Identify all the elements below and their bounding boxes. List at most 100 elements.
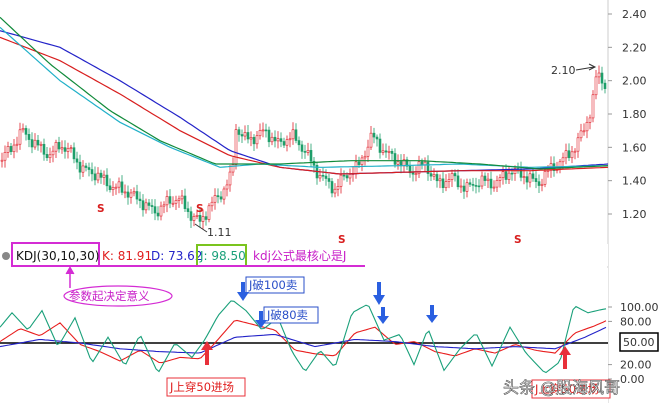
candle-body <box>561 157 565 163</box>
candle-body <box>447 179 451 182</box>
candle-body <box>369 132 373 148</box>
candle-body <box>258 130 262 137</box>
candle-body <box>162 204 166 207</box>
candle-body <box>30 139 34 148</box>
candle-body <box>192 216 196 221</box>
candle-body <box>444 181 448 189</box>
candle-body <box>594 76 598 96</box>
candle-body <box>225 184 229 190</box>
candle-body <box>150 205 154 207</box>
candle-body <box>27 134 31 140</box>
indicator-tick-label: 100.00 <box>620 301 659 314</box>
candle-body <box>261 129 265 132</box>
candle-body <box>51 150 55 156</box>
candle-body <box>54 141 58 152</box>
candle-body <box>585 121 589 132</box>
candle-body <box>66 148 70 152</box>
candle-body <box>588 117 592 123</box>
candle-body <box>486 178 490 181</box>
candle-body <box>576 137 580 152</box>
candle-body <box>465 182 469 192</box>
candle-body <box>303 151 307 153</box>
candle-body <box>582 130 586 133</box>
candle-body <box>129 192 133 198</box>
candle-body <box>282 141 286 146</box>
candle-body <box>249 137 253 140</box>
candle-body <box>435 174 439 182</box>
candle-body <box>471 184 475 186</box>
candle-body <box>327 178 331 182</box>
candle-body <box>324 175 328 179</box>
d-value: D: 73.62 <box>151 249 202 263</box>
stock-chart[interactable]: 2.40 2.20 2.00 1.80 1.60 1.40 1.20 2.10 1.11 S… <box>0 0 663 403</box>
candle-body <box>168 196 172 204</box>
candle-body <box>285 139 289 146</box>
candle-body <box>180 195 184 200</box>
indicator-settings-icon[interactable] <box>2 252 10 260</box>
candle-body <box>132 191 136 194</box>
candle-body <box>237 129 241 135</box>
candle-body <box>492 186 496 189</box>
candle-body <box>375 136 379 140</box>
candle-body <box>18 129 22 145</box>
candle-body <box>111 187 115 191</box>
candle-body <box>117 181 121 188</box>
candle-body <box>252 137 256 145</box>
k-value: K: 81.91 <box>102 249 152 263</box>
candle-body <box>6 146 10 153</box>
candle-body <box>372 132 376 138</box>
candle-body <box>207 205 211 220</box>
candle-body <box>357 161 361 165</box>
candle-body <box>567 150 571 159</box>
s-marker: S <box>97 203 105 215</box>
candle-body <box>342 174 346 177</box>
candle-body <box>69 147 73 149</box>
candle-body <box>603 82 607 89</box>
candle-body <box>216 195 220 198</box>
j-break-100-label: J破100卖 <box>248 278 297 292</box>
price-panel[interactable] <box>0 0 608 238</box>
candle-body <box>144 202 148 211</box>
candle-body <box>387 150 391 153</box>
candle-body <box>186 208 190 212</box>
candle-body <box>483 175 487 181</box>
candle-body <box>411 172 415 175</box>
candle-body <box>264 129 268 132</box>
candle-body <box>366 146 370 157</box>
candle-body <box>36 139 40 146</box>
candle-body <box>525 176 529 183</box>
candle-body <box>501 171 505 178</box>
candle-body <box>414 173 418 176</box>
candle-body <box>339 174 343 187</box>
j-value: J: 98.50 <box>199 249 246 263</box>
candle-body <box>579 130 583 139</box>
candle-body <box>174 200 178 204</box>
candle-body <box>60 147 64 150</box>
candle-body <box>141 200 145 211</box>
candle-body <box>453 173 457 177</box>
indicator-tick-label: 20.00 <box>620 359 652 372</box>
candle-body <box>297 140 301 146</box>
candle-body <box>153 206 157 214</box>
candle-body <box>480 175 484 187</box>
candle-body <box>429 173 433 177</box>
candle-body <box>228 171 232 186</box>
candle-body <box>234 129 238 165</box>
candle-body <box>210 201 214 207</box>
candle-body <box>75 158 79 163</box>
candle-body <box>57 141 61 150</box>
indicator-tick-label: 0.00 <box>620 373 645 386</box>
price-tick-label: 2.00 <box>622 75 647 88</box>
candle-body <box>72 147 76 160</box>
candle-body <box>300 144 304 152</box>
candle-body <box>273 136 277 142</box>
candle-body <box>537 181 541 186</box>
low-price-label: 1.11 <box>207 226 232 239</box>
candle-body <box>267 129 271 143</box>
candle-body <box>396 161 400 165</box>
candle-body <box>96 172 100 181</box>
candle-body <box>270 136 274 143</box>
candle-body <box>105 174 109 187</box>
candle-body <box>33 139 37 148</box>
candle-body <box>432 174 436 177</box>
